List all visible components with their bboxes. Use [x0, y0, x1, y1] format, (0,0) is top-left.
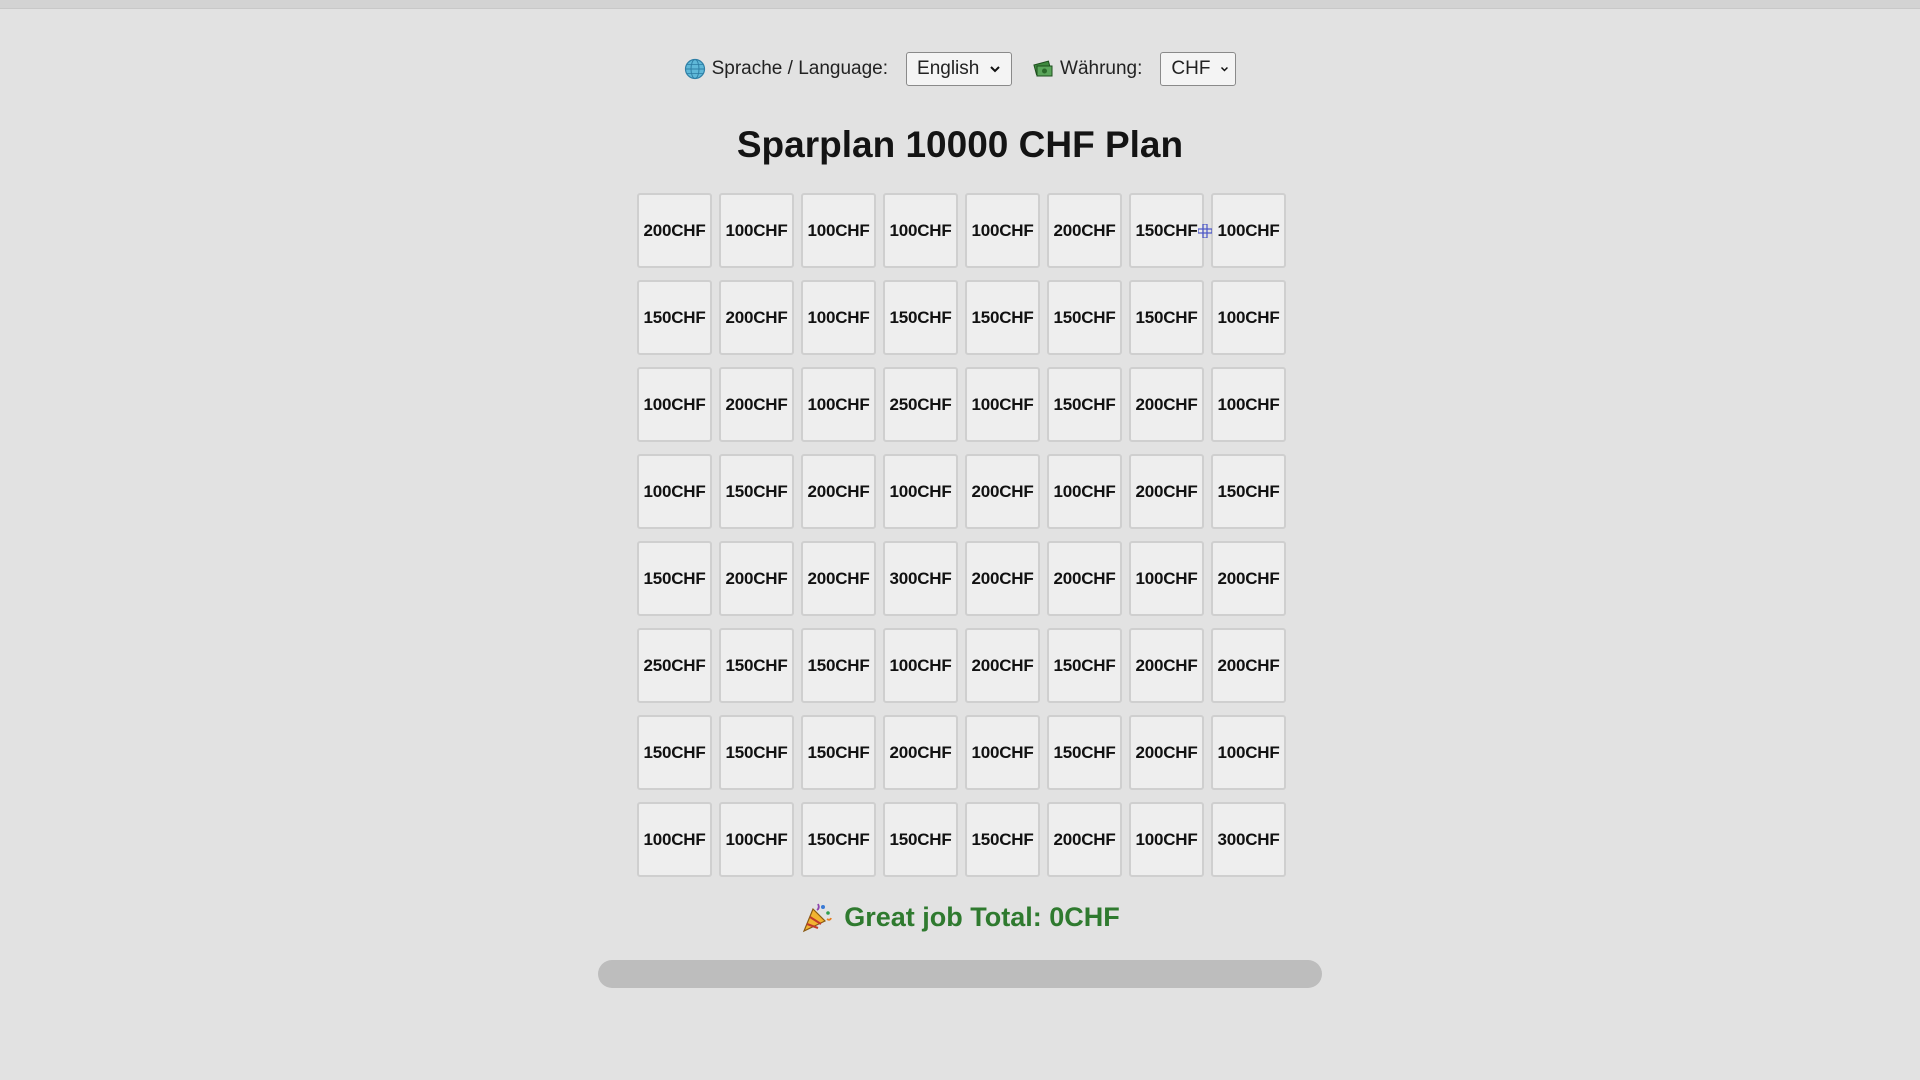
amount-cell[interactable]: 150CHF — [1047, 628, 1122, 703]
total-text: Great job Total: 0CHF — [844, 901, 1120, 932]
amount-cell[interactable]: 150CHF — [637, 715, 712, 790]
status-message: Great job Total: 0CHF — [0, 900, 1920, 934]
language-label: Sprache / Language: — [711, 58, 889, 79]
amount-cell[interactable]: 150CHF — [801, 715, 876, 790]
amount-cell[interactable]: 150CHF — [1129, 280, 1204, 355]
amount-cell[interactable]: 150CHF — [637, 280, 712, 355]
chevron-down-icon — [1221, 66, 1229, 72]
amount-cell[interactable]: 100CHF — [1129, 802, 1204, 877]
amount-cell[interactable]: 200CHF — [965, 541, 1040, 616]
amount-cell[interactable]: 200CHF — [719, 280, 794, 355]
currency-select-value: CHF — [1171, 58, 1211, 79]
amount-cell[interactable]: 250CHF — [883, 367, 958, 442]
amount-cell[interactable]: 100CHF — [1211, 280, 1286, 355]
amount-cell[interactable]: 100CHF — [801, 367, 876, 442]
amount-cell[interactable]: 200CHF — [719, 541, 794, 616]
amount-cell[interactable]: 150CHF — [965, 280, 1040, 355]
language-select-value: English — [917, 58, 980, 79]
chevron-down-icon — [990, 66, 1001, 73]
amount-cell[interactable]: 200CHF — [1211, 628, 1286, 703]
amount-cell[interactable]: 150CHF — [719, 454, 794, 529]
amount-cell[interactable]: 200CHF — [1129, 628, 1204, 703]
amount-cell[interactable]: 150CHF — [1047, 280, 1122, 355]
amount-cell[interactable]: 200CHF — [1211, 541, 1286, 616]
amount-cell[interactable]: 200CHF — [883, 715, 958, 790]
amount-cell[interactable]: 100CHF — [1211, 715, 1286, 790]
amount-cell[interactable]: 100CHF — [637, 454, 712, 529]
amount-cell[interactable]: 150CHF — [1211, 454, 1286, 529]
amount-cell[interactable]: 250CHF — [637, 628, 712, 703]
amount-cell[interactable]: 100CHF — [1047, 454, 1122, 529]
amount-cell[interactable]: 150CHF — [1047, 715, 1122, 790]
amount-cell[interactable]: 200CHF — [1129, 454, 1204, 529]
amount-cell[interactable]: 150CHF — [883, 280, 958, 355]
amount-cell[interactable]: 150CHF — [637, 541, 712, 616]
page-title: Sparplan 10000 CHF Plan — [736, 124, 1184, 165]
amount-cell[interactable]: 200CHF — [1129, 367, 1204, 442]
amount-cell[interactable]: 300CHF — [883, 541, 958, 616]
savings-grid: 200CHF 100CHF 100CHF 100CHF 100CHF 200CHF 150C… — [637, 193, 1286, 877]
amount-cell[interactable]: 200CHF — [1047, 193, 1122, 268]
amount-cell[interactable]: 100CHF — [883, 193, 958, 268]
amount-cell[interactable]: 200CHF — [801, 454, 876, 529]
amount-cell[interactable]: 200CHF — [965, 628, 1040, 703]
amount-cell[interactable]: 100CHF — [965, 193, 1040, 268]
amount-cell[interactable]: 200CHF — [1047, 541, 1122, 616]
amount-cell[interactable]: 150CHF — [965, 802, 1040, 877]
amount-cell[interactable]: 100CHF — [883, 628, 958, 703]
party-popper-icon — [803, 903, 833, 933]
amount-cell[interactable]: 100CHF — [883, 454, 958, 529]
amount-cell[interactable]: 200CHF — [1129, 715, 1204, 790]
amount-cell[interactable]: 150CHF — [719, 715, 794, 790]
amount-cell[interactable]: 100CHF — [719, 193, 794, 268]
amount-cell[interactable]: 100CHF — [965, 367, 1040, 442]
currency-select[interactable]: CHF — [1160, 52, 1237, 86]
money-icon — [1033, 60, 1053, 77]
language-select[interactable]: English — [906, 52, 1013, 86]
amount-cell[interactable]: 100CHF — [719, 802, 794, 877]
amount-cell[interactable]: 150CHF — [801, 802, 876, 877]
amount-cell[interactable]: 200CHF — [637, 193, 712, 268]
amount-cell[interactable]: 150CHF — [801, 628, 876, 703]
amount-cell[interactable]: 200CHF — [1047, 802, 1122, 877]
cursor-icon — [1198, 224, 1212, 238]
amount-cell[interactable]: 200CHF — [801, 541, 876, 616]
amount-cell[interactable]: 150CHF — [1047, 367, 1122, 442]
globe-icon — [684, 58, 705, 80]
amount-cell[interactable]: 100CHF — [637, 802, 712, 877]
amount-cell[interactable]: 300CHF — [1211, 802, 1286, 877]
amount-cell[interactable]: 200CHF — [719, 367, 794, 442]
currency-label: Währung: — [1060, 58, 1143, 79]
amount-cell[interactable]: 100CHF — [965, 715, 1040, 790]
amount-cell[interactable]: 100CHF — [637, 367, 712, 442]
amount-cell[interactable]: 100CHF — [801, 193, 876, 268]
amount-cell[interactable]: 200CHF — [965, 454, 1040, 529]
settings-bar: Sprache / Language: English Währung: CHF — [0, 52, 1920, 86]
amount-cell[interactable]: 100CHF — [1211, 193, 1286, 268]
top-border — [0, 0, 1920, 9]
amount-cell[interactable]: 100CHF — [1211, 367, 1286, 442]
progress-bar — [598, 960, 1322, 988]
amount-cell[interactable]: 150CHF — [1129, 193, 1204, 268]
amount-cell[interactable]: 100CHF — [1129, 541, 1204, 616]
amount-cell[interactable]: 150CHF — [719, 628, 794, 703]
amount-cell[interactable]: 150CHF — [883, 802, 958, 877]
amount-cell[interactable]: 100CHF — [801, 280, 876, 355]
